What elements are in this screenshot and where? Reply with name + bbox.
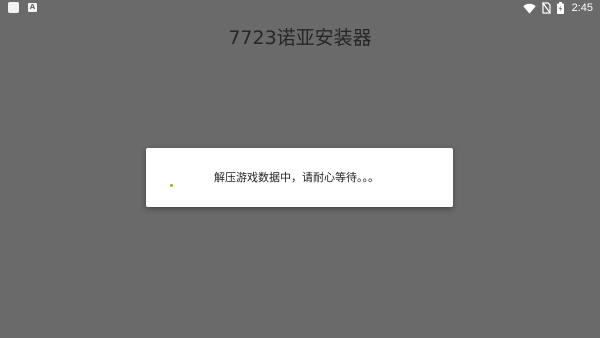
loading-spinner-icon [170,184,173,187]
app-title: 7723诺亚安装器 [228,27,372,49]
status-bar-left: A [8,2,37,13]
battery-icon [556,2,564,14]
no-sim-icon [541,2,551,14]
status-time: 2:45 [571,2,593,14]
progress-dialog: 解压游戏数据中，请耐心等待。。。 [146,148,453,207]
wifi-icon [522,3,536,14]
app-square-icon [8,2,19,13]
a-badge-icon: A [28,3,37,12]
dialog-message: 解压游戏数据中，请耐心等待。。。 [214,171,379,184]
status-bar-right: 2:45 [522,1,593,15]
status-bar: A 2:45 [0,0,600,16]
